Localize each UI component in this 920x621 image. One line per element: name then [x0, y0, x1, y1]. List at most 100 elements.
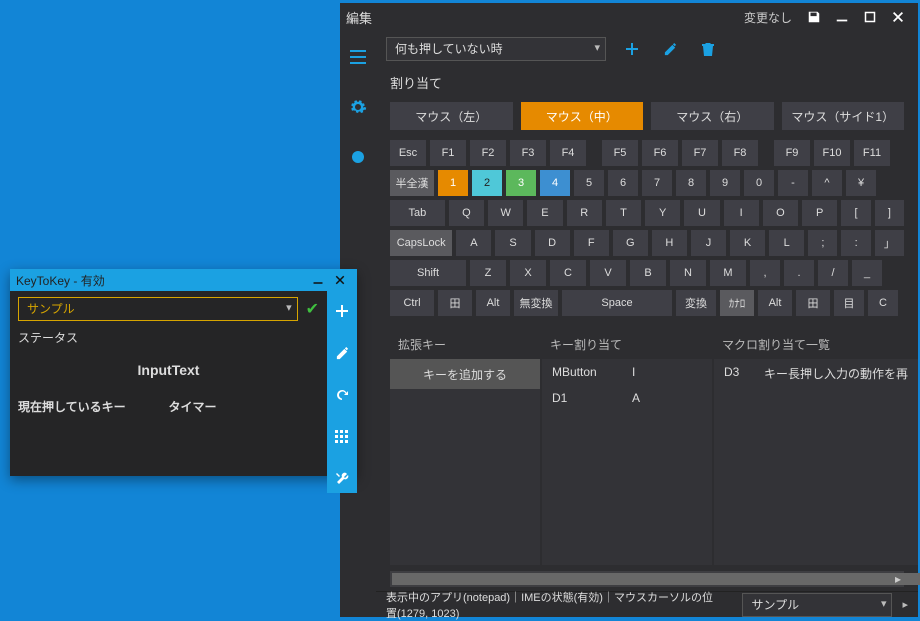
delete-icon[interactable] [696, 37, 720, 61]
mouse-middle-tab[interactable]: マウス（中） [521, 102, 644, 130]
key-半全漢[interactable]: 半全漢 [390, 170, 434, 196]
mouse-right-tab[interactable]: マウス（右） [651, 102, 774, 130]
key-変換[interactable]: 変換 [676, 290, 716, 316]
key-f11[interactable]: F11 [854, 140, 890, 166]
key-4[interactable]: 4 [540, 170, 570, 196]
key-alt[interactable]: Alt [476, 290, 510, 316]
key-f[interactable]: F [574, 230, 609, 256]
key-9[interactable]: 9 [710, 170, 740, 196]
key-^[interactable]: ^ [812, 170, 842, 196]
key-x[interactable]: X [510, 260, 546, 286]
key-z[interactable]: Z [470, 260, 506, 286]
key-w[interactable]: W [488, 200, 523, 226]
mini-grid-icon[interactable] [327, 423, 357, 451]
key-r[interactable]: R [567, 200, 602, 226]
assign-row[interactable]: D1A [542, 385, 712, 411]
key-a[interactable]: A [456, 230, 491, 256]
key-5[interactable]: 5 [574, 170, 604, 196]
key-f1[interactable]: F1 [430, 140, 466, 166]
key-0[interactable]: 0 [744, 170, 774, 196]
key-¥[interactable]: ¥ [846, 170, 876, 196]
key-esc[interactable]: Esc [390, 140, 426, 166]
key-ctrl[interactable]: Ctrl [390, 290, 434, 316]
mini-refresh-icon[interactable] [327, 381, 357, 409]
key-i[interactable]: I [724, 200, 759, 226]
key-f6[interactable]: F6 [642, 140, 678, 166]
apply-check-icon[interactable]: ✔ [306, 299, 319, 319]
key-f7[interactable]: F7 [682, 140, 718, 166]
scroll-right-icon[interactable]: ▸ [890, 571, 906, 587]
key-u[interactable]: U [684, 200, 719, 226]
key-f4[interactable]: F4 [550, 140, 586, 166]
key-1[interactable]: 1 [438, 170, 468, 196]
key-d[interactable]: D [535, 230, 570, 256]
key-f9[interactable]: F9 [774, 140, 810, 166]
record-icon[interactable] [340, 141, 376, 173]
key-/[interactable]: / [818, 260, 848, 286]
mini-minimize-button[interactable] [307, 269, 329, 291]
save-button[interactable] [800, 3, 828, 31]
mouse-left-tab[interactable]: マウス（左） [390, 102, 513, 130]
key-y[interactable]: Y [645, 200, 680, 226]
key-_[interactable]: _ [852, 260, 882, 286]
key-8[interactable]: 8 [676, 170, 706, 196]
close-button[interactable] [884, 3, 912, 31]
add-icon[interactable] [620, 37, 644, 61]
key-n[interactable]: N [670, 260, 706, 286]
mouse-side1-tab[interactable]: マウス（サイド1） [782, 102, 905, 130]
key-g[interactable]: G [613, 230, 648, 256]
mini-close-button[interactable] [329, 269, 351, 291]
key-l[interactable]: L [769, 230, 804, 256]
key-c[interactable]: C [550, 260, 586, 286]
gear-icon[interactable] [340, 91, 376, 123]
key-m[interactable]: M [710, 260, 746, 286]
key-[[interactable]: [ [841, 200, 870, 226]
mini-add-icon[interactable] [327, 297, 357, 325]
key-2[interactable]: 2 [472, 170, 502, 196]
macro-row[interactable]: D3キー長押し入力の動作を再 [714, 359, 918, 388]
edit-icon[interactable] [658, 37, 682, 61]
key--[interactable]: - [778, 170, 808, 196]
key-,[interactable]: , [750, 260, 780, 286]
key-capslock[interactable]: CapsLock [390, 230, 452, 256]
key-無変換[interactable]: 無変換 [514, 290, 558, 316]
mini-tools-icon[interactable] [327, 465, 357, 493]
key-f5[interactable]: F5 [602, 140, 638, 166]
key-.[interactable]: . [784, 260, 814, 286]
menu-icon[interactable] [340, 41, 376, 73]
key-目[interactable]: 目 [834, 290, 864, 316]
key-f2[interactable]: F2 [470, 140, 506, 166]
key-田[interactable]: 田 [438, 290, 472, 316]
mini-edit-icon[interactable] [327, 339, 357, 367]
key-k[interactable]: K [730, 230, 765, 256]
key-e[interactable]: E [527, 200, 562, 226]
key-」[interactable]: 」 [875, 230, 904, 256]
horizontal-scrollbar[interactable]: ◂ ▸ [390, 571, 904, 587]
key-v[interactable]: V [590, 260, 626, 286]
maximize-button[interactable] [856, 3, 884, 31]
key-f10[interactable]: F10 [814, 140, 850, 166]
key-][interactable]: ] [875, 200, 904, 226]
minimize-button[interactable] [828, 3, 856, 31]
key-o[interactable]: O [763, 200, 798, 226]
statusbar-next-icon[interactable]: ▸ [902, 598, 908, 611]
key-space[interactable]: Space [562, 290, 672, 316]
key-:[interactable]: : [841, 230, 870, 256]
key-alt[interactable]: Alt [758, 290, 792, 316]
key-;[interactable]: ; [808, 230, 837, 256]
key-b[interactable]: B [630, 260, 666, 286]
key-h[interactable]: H [652, 230, 687, 256]
mini-profile-select[interactable]: サンプル [18, 297, 298, 321]
scroll-thumb[interactable] [392, 573, 920, 585]
key-j[interactable]: J [691, 230, 726, 256]
key-s[interactable]: S [495, 230, 530, 256]
key-ｶﾅﾛ[interactable]: ｶﾅﾛ [720, 290, 754, 316]
key-田[interactable]: 田 [796, 290, 830, 316]
key-6[interactable]: 6 [608, 170, 638, 196]
layer-select[interactable]: 何も押していない時 [386, 37, 606, 61]
key-3[interactable]: 3 [506, 170, 536, 196]
assign-row[interactable]: MButtonI [542, 359, 712, 385]
key-p[interactable]: P [802, 200, 837, 226]
key-c[interactable]: C [868, 290, 898, 316]
add-key-button[interactable]: キーを追加する [390, 359, 540, 389]
